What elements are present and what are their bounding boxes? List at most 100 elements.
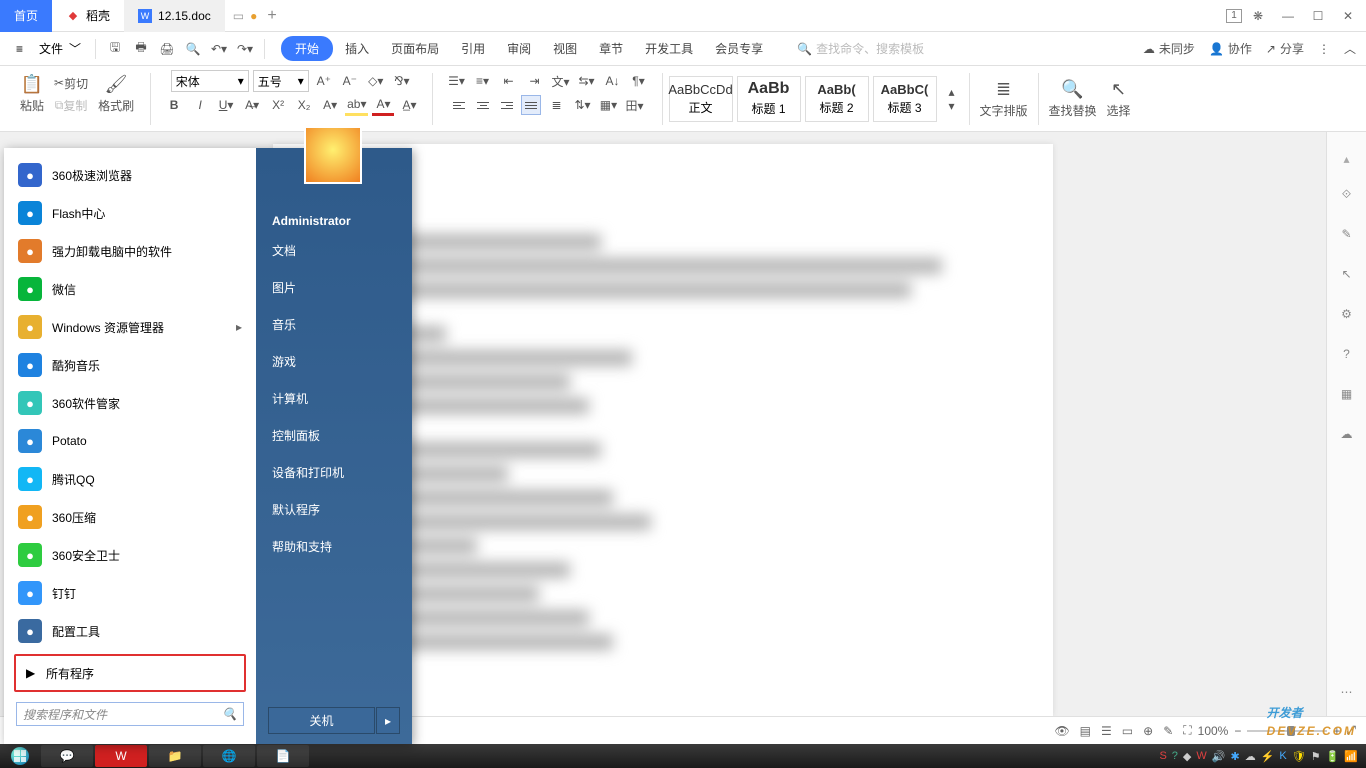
font-size-select[interactable]: 五号▾ (253, 70, 309, 92)
start-item-4[interactable]: ●Windows 资源管理器▸ (8, 308, 252, 346)
shutdown-button[interactable]: 关机 (268, 707, 375, 734)
start-place-6[interactable]: 设备和打印机 (256, 454, 412, 491)
side-help-icon[interactable]: ? (1335, 342, 1359, 366)
tray-net-icon[interactable]: ⚡ (1261, 750, 1275, 763)
settings-icon[interactable]: ❋ (1244, 2, 1272, 30)
start-item-5[interactable]: ●酷狗音乐 (8, 346, 252, 384)
align-distribute[interactable]: ≣ (545, 94, 567, 116)
side-cloud-icon[interactable]: ☁ (1335, 422, 1359, 446)
change-case[interactable]: ⅋▾ (391, 70, 413, 92)
tray-cloud-icon[interactable]: ☁ (1245, 750, 1256, 763)
view-page-icon[interactable]: ▤ (1080, 724, 1091, 738)
select-button[interactable]: ↖选择 (1103, 75, 1135, 123)
start-place-4[interactable]: 计算机 (256, 380, 412, 417)
side-pointer-icon[interactable]: ↖ (1335, 262, 1359, 286)
paste-button[interactable]: 📋粘贴 (16, 70, 48, 118)
shutdown-options[interactable]: ▸ (376, 707, 400, 734)
maximize-button[interactable]: ☐ (1304, 2, 1332, 30)
text-direction[interactable]: 文▾ (549, 70, 571, 92)
format-painter[interactable]: 🖌格式刷 (94, 70, 138, 118)
styles-expand[interactable]: ▴▾ (941, 88, 963, 110)
hamburger-menu[interactable]: ≡ (10, 38, 29, 60)
start-button[interactable] (0, 744, 40, 768)
borders[interactable]: 田▾ (623, 94, 645, 116)
grow-font[interactable]: A⁺ (313, 70, 335, 92)
tray-k-icon[interactable]: K (1279, 750, 1286, 762)
eye-icon[interactable]: 👁 (1054, 724, 1069, 738)
screen-icon[interactable]: ▭ (233, 9, 244, 23)
ribbon-tab-view[interactable]: 视图 (543, 34, 587, 63)
style-h2[interactable]: AaBb(标题 2 (805, 76, 869, 122)
tray-flag-icon[interactable]: ⚑ (1311, 750, 1321, 763)
text-layout-button[interactable]: ≣文字排版 (976, 75, 1032, 123)
taskbar-browser[interactable]: 🌐 (203, 745, 255, 767)
tray-help-icon[interactable]: ? (1172, 750, 1178, 762)
start-item-6[interactable]: ●360软件管家 (8, 384, 252, 422)
view-outline-icon[interactable]: ☰ (1101, 724, 1112, 738)
copy-button[interactable]: ⧉复制 (52, 94, 90, 116)
char-scale[interactable]: ⇆▾ (576, 70, 598, 92)
taskbar-explorer[interactable]: 📁 (149, 745, 201, 767)
share-button[interactable]: ↗分享 (1266, 40, 1304, 57)
taskbar-notepad[interactable]: 📄 (257, 745, 309, 767)
sync-button[interactable]: ☁未同步 (1143, 40, 1195, 57)
view-web-icon[interactable]: ⊕ (1143, 724, 1153, 738)
tray-wps-icon[interactable]: W (1196, 750, 1206, 762)
side-pen-icon[interactable]: ✎ (1335, 222, 1359, 246)
font-name-select[interactable]: 宋体▾ (171, 70, 249, 92)
qat-undo[interactable]: ↶▾ (208, 38, 230, 60)
find-replace-button[interactable]: 🔍查找替换 (1045, 75, 1101, 123)
ribbon-tab-chapter[interactable]: 章节 (589, 34, 633, 63)
ribbon-tab-review[interactable]: 审阅 (497, 34, 541, 63)
minimize-button[interactable]: — (1274, 2, 1302, 30)
line-spacing[interactable]: ⇅▾ (571, 94, 593, 116)
close-button[interactable]: ✕ (1334, 2, 1362, 30)
ribbon-tab-dev[interactable]: 开发工具 (635, 34, 703, 63)
qat-print[interactable]: 🖨 (156, 38, 178, 60)
start-place-5[interactable]: 控制面板 (256, 417, 412, 454)
qat-redo[interactable]: ↷▾ (234, 38, 256, 60)
zoom-fit-icon[interactable]: ⛶ (1183, 723, 1191, 738)
taskbar-wechat[interactable]: 💬 (41, 745, 93, 767)
tray-battery-icon[interactable]: 🔋 (1326, 750, 1340, 763)
command-search[interactable]: 🔍查找命令、搜索模板 (797, 40, 924, 57)
start-item-7[interactable]: ●Potato (8, 422, 252, 460)
vscroll-top[interactable]: ▴ (1343, 152, 1349, 166)
font-color[interactable]: A▾ (372, 94, 394, 116)
start-item-10[interactable]: ●360安全卫士 (8, 536, 252, 574)
ribbon-tab-pagelayout[interactable]: 页面布局 (381, 34, 449, 63)
indent[interactable]: ⇥ (523, 70, 545, 92)
number-list[interactable]: ≡▾ (471, 70, 493, 92)
all-programs[interactable]: ▶ 所有程序 (14, 654, 246, 692)
tab-home[interactable]: 首页 (0, 0, 52, 32)
bold-button[interactable]: B (163, 94, 185, 116)
show-marks[interactable]: ¶▾ (628, 70, 650, 92)
more-menu[interactable]: ⋮ (1318, 42, 1330, 56)
strike-button[interactable]: A̶▾ (241, 94, 263, 116)
outdent[interactable]: ⇤ (497, 70, 519, 92)
start-item-12[interactable]: ●配置工具 (8, 612, 252, 650)
start-place-0[interactable]: 文档 (256, 232, 412, 269)
start-item-1[interactable]: ●Flash中心 (8, 194, 252, 232)
align-right[interactable] (497, 95, 517, 115)
side-ocr-icon[interactable]: ▦ (1335, 382, 1359, 406)
start-place-3[interactable]: 游戏 (256, 343, 412, 380)
tray-safe-icon[interactable]: ◆ (1183, 750, 1191, 763)
file-menu[interactable]: 文件﹀ (33, 36, 87, 61)
counter-icon[interactable]: 1 (1226, 9, 1242, 23)
tray-shield-icon[interactable]: 🛡 (1292, 750, 1306, 763)
user-avatar[interactable] (304, 126, 362, 184)
collab-button[interactable]: 👤协作 (1209, 40, 1252, 57)
text-effects[interactable]: A▾ (319, 94, 341, 116)
char-border[interactable]: A̲▾ (398, 94, 420, 116)
style-h3[interactable]: AaBbC(标题 3 (873, 76, 937, 122)
start-place-8[interactable]: 帮助和支持 (256, 528, 412, 565)
tab-document[interactable]: W12.15.doc (124, 0, 225, 32)
new-tab-button[interactable]: + (267, 7, 276, 25)
start-item-8[interactable]: ●腾讯QQ (8, 460, 252, 498)
italic-button[interactable]: I (189, 94, 211, 116)
start-place-2[interactable]: 音乐 (256, 306, 412, 343)
clear-format[interactable]: ◇▾ (365, 70, 387, 92)
tray-network-icon[interactable]: 📶 (1344, 750, 1358, 763)
highlight-button[interactable]: ab▾ (345, 94, 368, 116)
